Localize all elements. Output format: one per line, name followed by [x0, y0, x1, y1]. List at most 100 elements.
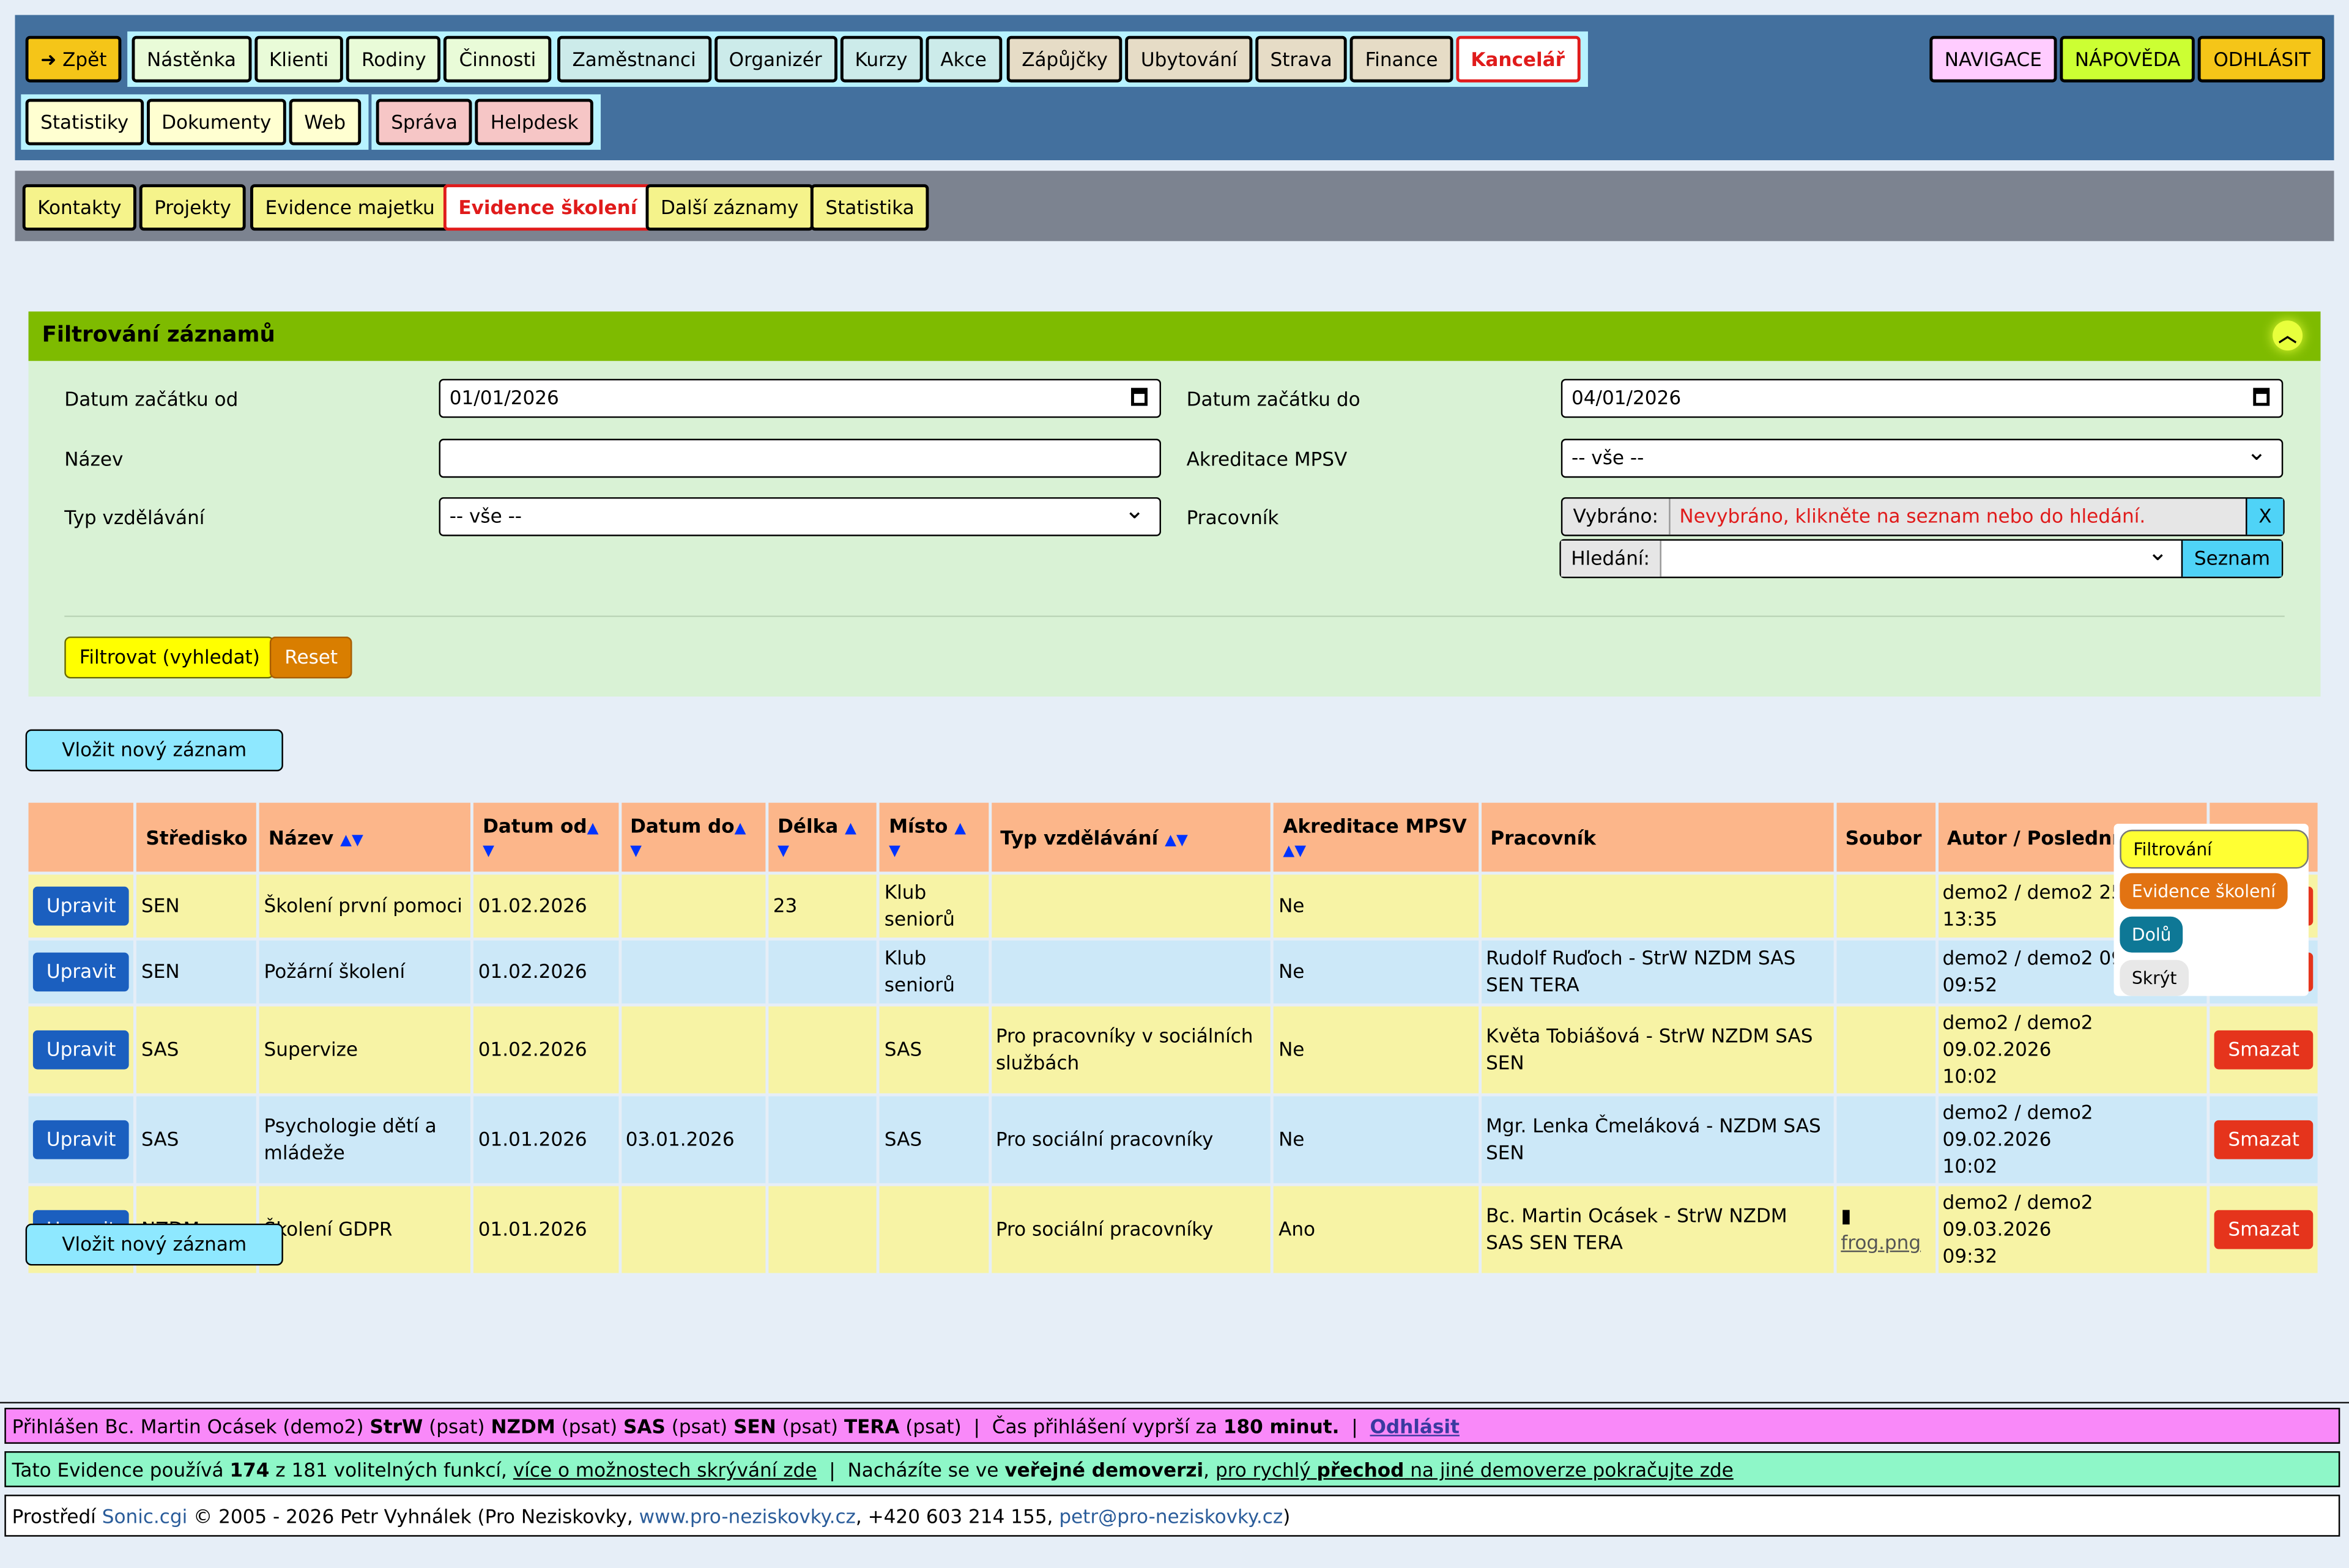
- calendar-icon[interactable]: [1130, 388, 1148, 406]
- cell-edit: Upravit: [28, 940, 134, 1004]
- file-link[interactable]: frog.png: [1841, 1231, 1921, 1254]
- accreditation-select[interactable]: -- vše --: [1560, 434, 2284, 478]
- filter-submit-button[interactable]: Filtrovat (vyhledat): [64, 636, 275, 679]
- nav-finance[interactable]: Finance: [1350, 35, 1453, 83]
- edit-button[interactable]: Upravit: [32, 952, 130, 992]
- header-nazev[interactable]: Název ▲▼: [259, 802, 471, 872]
- subnav-dalsi-zaznamy[interactable]: Další záznamy: [645, 184, 814, 231]
- separator: |: [829, 1459, 836, 1482]
- nav-organizer[interactable]: Organizér: [714, 35, 837, 83]
- header-misto[interactable]: Místo ▲ ▼: [880, 802, 989, 872]
- file-icon: ▮: [1841, 1204, 1852, 1227]
- nav-sprava[interactable]: Správa: [376, 98, 473, 146]
- subnav-evidence-majetku[interactable]: Evidence majetku: [250, 184, 450, 231]
- subnav-projekty[interactable]: Projekty: [139, 184, 247, 231]
- logout-link[interactable]: Odhlásit: [1370, 1415, 1459, 1438]
- email-link[interactable]: petr@pro-neziskovky.cz: [1059, 1505, 1283, 1528]
- table-row: Upravit SEN Školení první pomoci 01.02.2…: [28, 875, 2318, 938]
- name-input[interactable]: [439, 438, 1161, 478]
- nav-rodiny[interactable]: Rodiny: [346, 35, 442, 83]
- header-akreditace[interactable]: Akreditace MPSV ▲▼: [1274, 802, 1479, 872]
- table-row: Upravit SAS Supervize 01.02.2026 SAS Pro…: [28, 1006, 2318, 1093]
- nav-kancelar-active[interactable]: Kancelář: [1455, 35, 1580, 83]
- nav-akce[interactable]: Akce: [925, 35, 1002, 83]
- calendar-icon[interactable]: [2253, 388, 2270, 406]
- type-select[interactable]: -- vše --: [439, 493, 1161, 536]
- napoveda-button[interactable]: NÁPOVĚDA: [2060, 35, 2195, 83]
- cell-datum-do: 03.01.2026: [621, 1096, 766, 1183]
- nav-zamestnanci[interactable]: Zaměstnanci: [557, 35, 711, 83]
- cell-delete: Smazat: [2210, 1096, 2318, 1183]
- collapse-chevron-icon[interactable]: ︿: [2273, 320, 2303, 351]
- web-link[interactable]: www.pro-neziskovky.cz: [639, 1505, 856, 1528]
- env-link[interactable]: Sonic.cgi: [102, 1505, 187, 1528]
- filter-panel: Filtrování záznamů ︿ Datum začátku od 01…: [28, 311, 2321, 697]
- sort-arrows-icon[interactable]: ▲▼: [1283, 843, 1306, 860]
- date-to-input[interactable]: 04/01/2026: [1560, 379, 2284, 418]
- role-sas: SAS: [623, 1415, 666, 1438]
- features-link[interactable]: více o možnostech skrývání zde: [513, 1459, 817, 1481]
- header-datum-do[interactable]: Datum do▲ ▼: [621, 802, 766, 872]
- new-record-button-bottom[interactable]: Vložit nový záznam: [25, 1223, 283, 1266]
- subnav-kontakty[interactable]: Kontakty: [22, 184, 137, 231]
- author-text: demo2 / demo2 09.02.2026: [1942, 1011, 2093, 1060]
- date-to-value: 04/01/2026: [1572, 386, 1682, 409]
- nav-dokumenty[interactable]: Dokumenty: [146, 98, 286, 146]
- cell-pracovnik: Rudolf Ruďoch - StrW NZDM SAS SEN TERA: [1481, 940, 1834, 1004]
- author-text: demo2 / demo2 09: [1942, 946, 2123, 969]
- worker-list-button[interactable]: Seznam: [2181, 541, 2282, 577]
- header-typ[interactable]: Typ vzdělávání ▲▼: [991, 802, 1271, 872]
- nav-ubytovani[interactable]: Ubytování: [1126, 35, 1253, 83]
- header-datum-od[interactable]: Datum od▲ ▼: [473, 802, 618, 872]
- delete-button[interactable]: Smazat: [2214, 1120, 2314, 1159]
- subnav-evidence-skoleni-active[interactable]: Evidence školení: [443, 184, 652, 231]
- nav-strava[interactable]: Strava: [1255, 35, 1348, 83]
- nav-statistiky[interactable]: Statistiky: [25, 98, 144, 146]
- popup-skryt[interactable]: Skrýt: [2120, 960, 2189, 996]
- new-record-button-top[interactable]: Vložit nový záznam: [25, 729, 283, 772]
- cell-soubor: ▮ frog.png: [1836, 1186, 1935, 1273]
- filter-title: Filtrování záznamů: [42, 323, 275, 348]
- header-delka[interactable]: Délka ▲ ▼: [768, 802, 877, 872]
- sort-arrows-icon[interactable]: ▲▼: [1165, 832, 1188, 848]
- nav-web[interactable]: Web: [289, 98, 361, 146]
- cell-misto: Klub seniorů: [880, 940, 989, 1004]
- nav-nastenka[interactable]: Nástěnka: [132, 35, 251, 83]
- delete-button[interactable]: Smazat: [2214, 1210, 2314, 1249]
- popup-dolu[interactable]: Dolů: [2120, 916, 2184, 953]
- cell-datum-od: 01.02.2026: [473, 1006, 618, 1093]
- nav-zapujcky[interactable]: Zápůjčky: [1006, 35, 1123, 83]
- popup-filtrovani[interactable]: Filtrování záznamů: [2120, 829, 2309, 896]
- clear-worker-button[interactable]: X: [2246, 498, 2284, 535]
- cell-autor: demo2 / demo2 09.03.2026 09:32: [1938, 1186, 2208, 1273]
- login-user: Přihlášen Bc. Martin Ocásek (demo2): [12, 1415, 364, 1438]
- nav-kurzy[interactable]: Kurzy: [840, 35, 923, 83]
- edit-button[interactable]: Upravit: [32, 1120, 130, 1159]
- odhlasit-button[interactable]: ODHLÁSIT: [2198, 35, 2326, 83]
- filter-reset-button[interactable]: Reset: [269, 636, 353, 679]
- demo-link[interactable]: pro rychlý přechod na jiné demoverze pok…: [1215, 1459, 1734, 1481]
- copy-text-c: , +420 603 214 155,: [855, 1505, 1053, 1528]
- selected-value: Nevybráno, klikněte na seznam nebo do hl…: [1679, 505, 2146, 528]
- nav-klienti[interactable]: Klienti: [254, 35, 344, 83]
- header-pracovnik: Pracovník: [1481, 802, 1834, 872]
- cell-delka: [768, 1096, 877, 1183]
- cell-soubor: [1836, 1096, 1935, 1183]
- nav-cinnosti[interactable]: Činnosti: [444, 35, 551, 83]
- cell-datum-do: [621, 875, 766, 938]
- worker-search-select[interactable]: [1663, 534, 2183, 577]
- delete-button[interactable]: Smazat: [2214, 1030, 2314, 1070]
- back-label: Zpět: [62, 48, 107, 71]
- header-typ-label: Typ vzdělávání: [1000, 826, 1159, 849]
- popup-evidence-skoleni[interactable]: Evidence školení: [2120, 873, 2288, 909]
- edit-button[interactable]: Upravit: [32, 1030, 130, 1070]
- subnav-statistika[interactable]: Statistika: [810, 184, 930, 231]
- navigace-button[interactable]: NAVIGACE: [1929, 35, 2057, 83]
- back-button[interactable]: ➜ Zpět: [25, 35, 122, 83]
- sort-arrows-icon[interactable]: ▲▼: [340, 832, 363, 848]
- search-prefix: Hledání:: [1560, 541, 1661, 577]
- separator: |: [1351, 1415, 1358, 1438]
- nav-helpdesk[interactable]: Helpdesk: [475, 98, 594, 146]
- edit-button[interactable]: Upravit: [32, 886, 130, 926]
- date-from-input[interactable]: 01/01/2026: [439, 379, 1161, 418]
